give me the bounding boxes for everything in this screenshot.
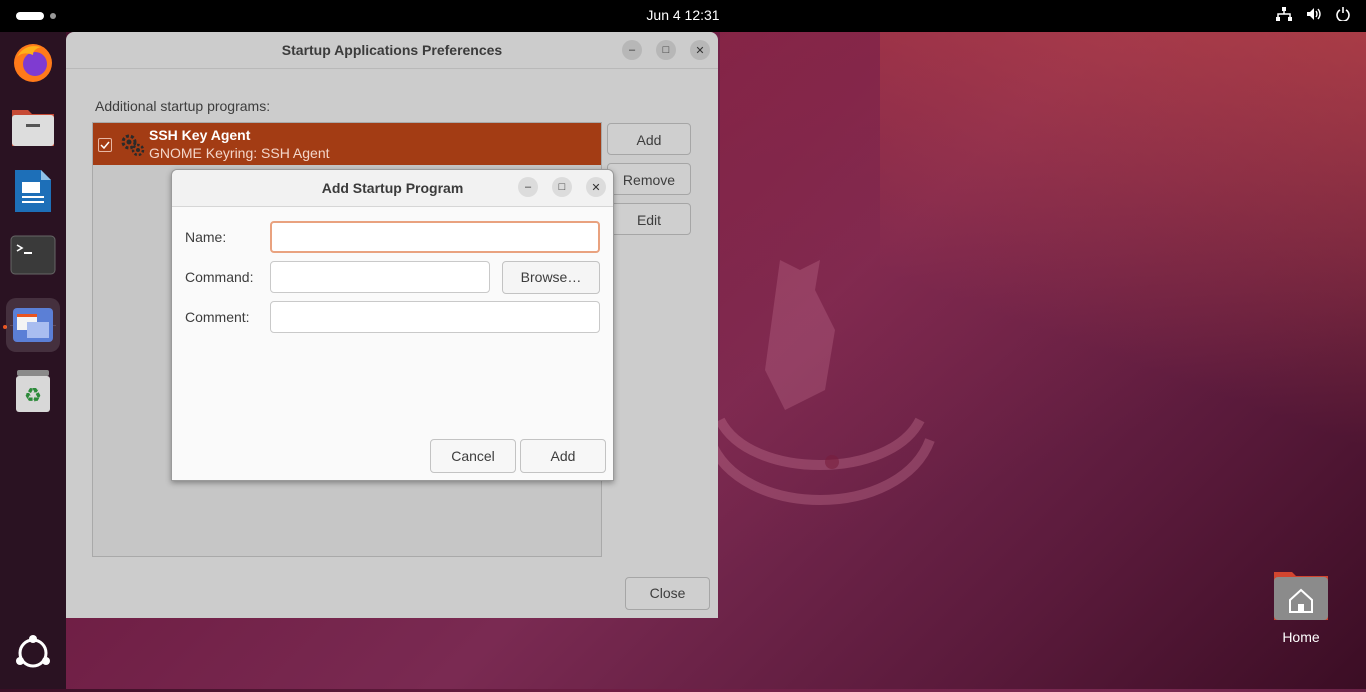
files-icon <box>12 110 54 146</box>
command-label: Command: <box>185 269 254 285</box>
section-label: Additional startup programs: <box>95 98 271 114</box>
wallpaper-mascot <box>705 260 935 505</box>
minimize-button[interactable]: – <box>622 40 642 60</box>
gears-icon <box>121 134 145 157</box>
maximize-icon: □ <box>558 181 566 193</box>
name-label: Name: <box>185 229 227 245</box>
svg-text:♻: ♻ <box>24 383 42 407</box>
writer-launcher[interactable] <box>6 164 60 218</box>
close-button[interactable]: Close <box>625 577 710 610</box>
add-button[interactable]: Add <box>607 123 691 155</box>
comment-field[interactable] <box>270 301 600 333</box>
maximize-icon: □ <box>662 44 670 56</box>
show-apps-button[interactable] <box>6 626 60 680</box>
cancel-button[interactable]: Cancel <box>430 439 516 473</box>
startup-applications-icon <box>13 308 53 342</box>
dialog-add-button[interactable]: Add <box>520 439 606 473</box>
minimize-icon: – <box>628 44 636 56</box>
dock: ♻ <box>0 32 66 689</box>
home-desktop-icon[interactable]: Home <box>1270 570 1332 645</box>
files-launcher[interactable] <box>6 100 60 154</box>
power-icon <box>1336 7 1350 21</box>
minimize-icon: – <box>524 181 532 193</box>
dialog-close-button[interactable]: ✕ <box>586 177 606 197</box>
title-divider <box>66 68 718 69</box>
terminal-icon <box>10 235 56 275</box>
remove-button[interactable]: Remove <box>607 163 691 195</box>
home-label: Home <box>1282 629 1320 645</box>
program-description: GNOME Keyring: SSH Agent <box>149 145 330 161</box>
program-name: SSH Key Agent <box>149 127 251 143</box>
dialog-maximize-button[interactable]: □ <box>552 177 572 197</box>
command-field[interactable] <box>270 261 490 293</box>
top-bar: Jun 4 12:31 <box>0 0 1366 32</box>
close-icon: ✕ <box>695 44 705 57</box>
checkmark-icon <box>100 141 110 150</box>
trash-icon: ♻ <box>16 370 50 412</box>
dialog-minimize-button[interactable]: – <box>518 177 538 197</box>
volume-icon <box>1307 8 1321 20</box>
terminal-launcher[interactable] <box>6 228 60 282</box>
close-icon: ✕ <box>591 181 601 194</box>
clock[interactable]: Jun 4 12:31 <box>0 7 1366 23</box>
system-tray[interactable] <box>1276 7 1350 21</box>
network-icon <box>1276 7 1292 21</box>
trash-launcher[interactable]: ♻ <box>6 364 60 418</box>
startup-applications-launcher[interactable] <box>6 298 60 352</box>
browse-button[interactable]: Browse… <box>502 261 600 294</box>
libreoffice-writer-icon <box>15 170 51 212</box>
show-apps-icon <box>16 635 50 668</box>
edit-button[interactable]: Edit <box>607 203 691 235</box>
list-item[interactable]: SSH Key Agent GNOME Keyring: SSH Agent <box>93 123 601 165</box>
add-startup-program-dialog: Add Startup Program – □ ✕ Name: Command:… <box>171 169 614 481</box>
comment-label: Comment: <box>185 309 250 325</box>
home-folder-icon <box>1274 572 1328 620</box>
maximize-button[interactable]: □ <box>656 40 676 60</box>
wallpaper-highlight <box>880 32 1366 452</box>
window-title: Startup Applications Preferences <box>281 42 503 58</box>
close-window-button[interactable]: ✕ <box>690 40 710 60</box>
enabled-checkbox[interactable] <box>98 138 112 152</box>
dialog-title: Add Startup Program <box>172 170 613 207</box>
firefox-launcher[interactable] <box>6 36 60 90</box>
firefox-icon <box>14 44 52 82</box>
name-field[interactable] <box>270 221 600 253</box>
